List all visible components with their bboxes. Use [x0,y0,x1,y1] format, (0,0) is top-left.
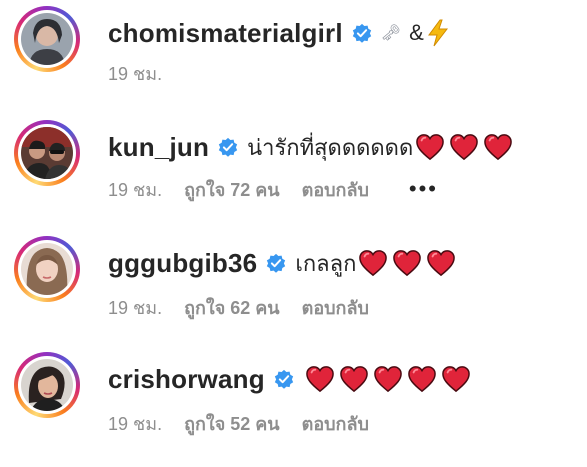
comment-timestamp: 19 ชม. [108,297,163,318]
avatar-story-ring[interactable] [14,120,80,186]
avatar [21,127,73,179]
avatar-story-ring[interactable] [14,352,80,418]
red-heart-emoji-icon [305,366,334,393]
avatar [21,359,73,411]
comment-text: 🗝 & [381,19,450,47]
comment-username[interactable]: kun_jun [108,132,209,163]
verified-badge-icon [274,369,293,389]
red-heart-emoji-icon [359,250,388,277]
comment-timestamp: 19 ชม. [108,413,163,434]
comment-timestamp: 19 ชม. [108,63,163,84]
comment-username[interactable]: crishorwang [108,364,265,395]
comment-body: น่ารักที่สุดดดดดด [247,134,414,160]
heart-emojis [305,365,475,393]
likes-count-link[interactable]: ถูกใจ 52 คน [184,409,280,438]
likes-count-link[interactable]: ถูกใจ 62 คน [184,293,280,322]
heart-emojis [415,133,517,161]
comment-text: เกลลูก [295,246,460,281]
key-emoji: 🗝 [380,25,402,42]
verified-badge-icon [267,253,286,273]
comment-username[interactable]: chomismaterialgirl [108,18,343,49]
red-heart-emoji-icon [416,134,445,161]
avatar-story-ring[interactable] [14,6,80,72]
reply-button[interactable]: ตอบกลับ [302,293,369,322]
red-heart-emoji-icon [407,366,436,393]
avatar [21,243,73,295]
comment-body: & [409,20,424,45]
red-heart-emoji-icon [339,366,368,393]
likes-count-link[interactable]: ถูกใจ 72 คน [184,175,280,204]
red-heart-emoji-icon [427,250,456,277]
more-options-icon[interactable]: ••• [409,176,438,202]
heart-emojis [358,249,460,277]
comment-timestamp: 19 ชม. [108,179,163,200]
red-heart-emoji-icon [373,366,402,393]
comment-body: เกลลูก [295,250,357,276]
comment-text: น่ารักที่สุดดดดดด [247,130,517,165]
red-heart-emoji-icon [393,250,422,277]
comment-text [303,365,475,393]
red-heart-emoji-icon [441,366,470,393]
verified-badge-icon [352,23,371,43]
comment-username[interactable]: gggubgib36 [108,248,257,279]
red-heart-emoji-icon [484,134,513,161]
reply-button[interactable]: ตอบกลับ [302,175,369,204]
verified-badge-icon [218,137,238,157]
reply-button[interactable]: ตอบกลับ [302,409,369,438]
red-heart-emoji-icon [450,134,479,161]
avatar [21,13,73,65]
avatar-story-ring[interactable] [14,236,80,302]
lightning-emoji-icon [427,19,448,47]
